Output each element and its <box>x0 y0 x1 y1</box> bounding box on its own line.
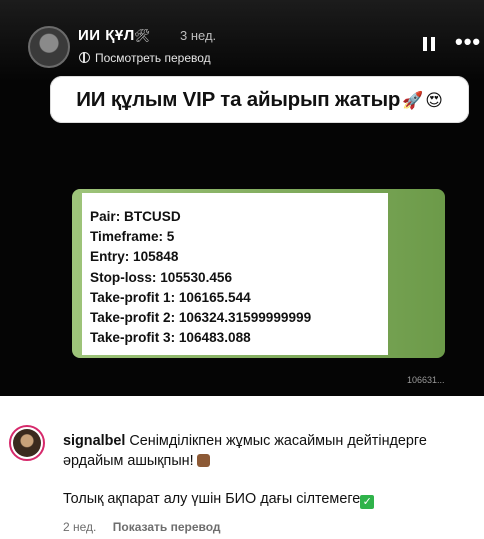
pause-icon[interactable] <box>423 37 435 51</box>
comment-line-2-wrap: әрдайым ашықпын! <box>63 451 473 471</box>
signal-entry: Entry: 105848 <box>90 249 179 265</box>
check-mark-icon: ✓ <box>360 495 375 509</box>
signal-take-profit-1: Take-profit 1: 106165.544 <box>90 289 251 305</box>
frame-code-text: 106631... <box>407 375 445 385</box>
post-time: 3 нед. <box>180 28 217 43</box>
comment-line-3-wrap: Толық ақпарат алу үшін БИО дағы сілтемег… <box>63 489 375 509</box>
commenter-avatar[interactable] <box>9 425 45 461</box>
see-translation-link[interactable]: Посмотреть перевод <box>95 51 211 65</box>
rocket-emoji-icon: 🚀 <box>402 90 424 110</box>
globe-icon <box>79 52 90 63</box>
signal-timeframe: Timeframe: 5 <box>90 229 175 245</box>
signal-list: Pair: BTCUSD Timeframe: 5 Entry: 105848 … <box>90 207 311 348</box>
comment-time: 2 нед. <box>63 520 97 534</box>
comment-line-3: Толық ақпарат алу үшін БИО дағы сілтемег… <box>63 491 361 507</box>
author-username[interactable]: ИИ ҚҰЛ <box>78 27 135 44</box>
comment-text: signalbel Сенімділікпен жұмыс жасаймын д… <box>63 431 473 471</box>
title-banner: ИИ құлым VIP та айырып жатыр 🚀 😍 <box>50 76 469 123</box>
signal-card: Pair: BTCUSD Timeframe: 5 Entry: 105848 … <box>82 193 388 355</box>
comment-line-2: әрдайым ашықпын! <box>63 453 194 469</box>
tool-badge-icon: 🛠 <box>134 28 151 43</box>
heart-eyes-emoji-icon: 😍 <box>425 90 443 110</box>
fist-emoji-icon <box>196 454 210 467</box>
comment-item: signalbel Сенімділікпен жұмыс жасаймын д… <box>0 396 484 539</box>
signal-take-profit-2: Take-profit 2: 106324.31599999999 <box>90 310 312 326</box>
signal-stop-loss: Stop-loss: 105530.456 <box>90 269 233 285</box>
top-gradient <box>0 0 484 80</box>
signal-pair: Pair: BTCUSD <box>90 209 181 224</box>
show-translation-link[interactable]: Показать перевод <box>113 520 221 534</box>
signal-take-profit-3: Take-profit 3: 106483.088 <box>90 330 251 346</box>
comment-line-1: Сенімділікпен жұмыс жасаймын дейтіндерге <box>129 433 427 449</box>
author-avatar[interactable] <box>28 26 70 68</box>
commenter-username[interactable]: signalbel <box>63 433 125 449</box>
more-options-icon[interactable]: ••• <box>455 31 481 53</box>
banner-text: ИИ құлым VIP та айырып жатыр 🚀 😍 <box>76 87 443 111</box>
commenter-avatar-image <box>13 429 41 457</box>
comment-meta: 2 нед. Показать перевод <box>63 520 221 534</box>
video-player[interactable]: ИИ ҚҰЛ 🛠 3 нед. Посмотреть перевод ••• И… <box>0 0 484 396</box>
